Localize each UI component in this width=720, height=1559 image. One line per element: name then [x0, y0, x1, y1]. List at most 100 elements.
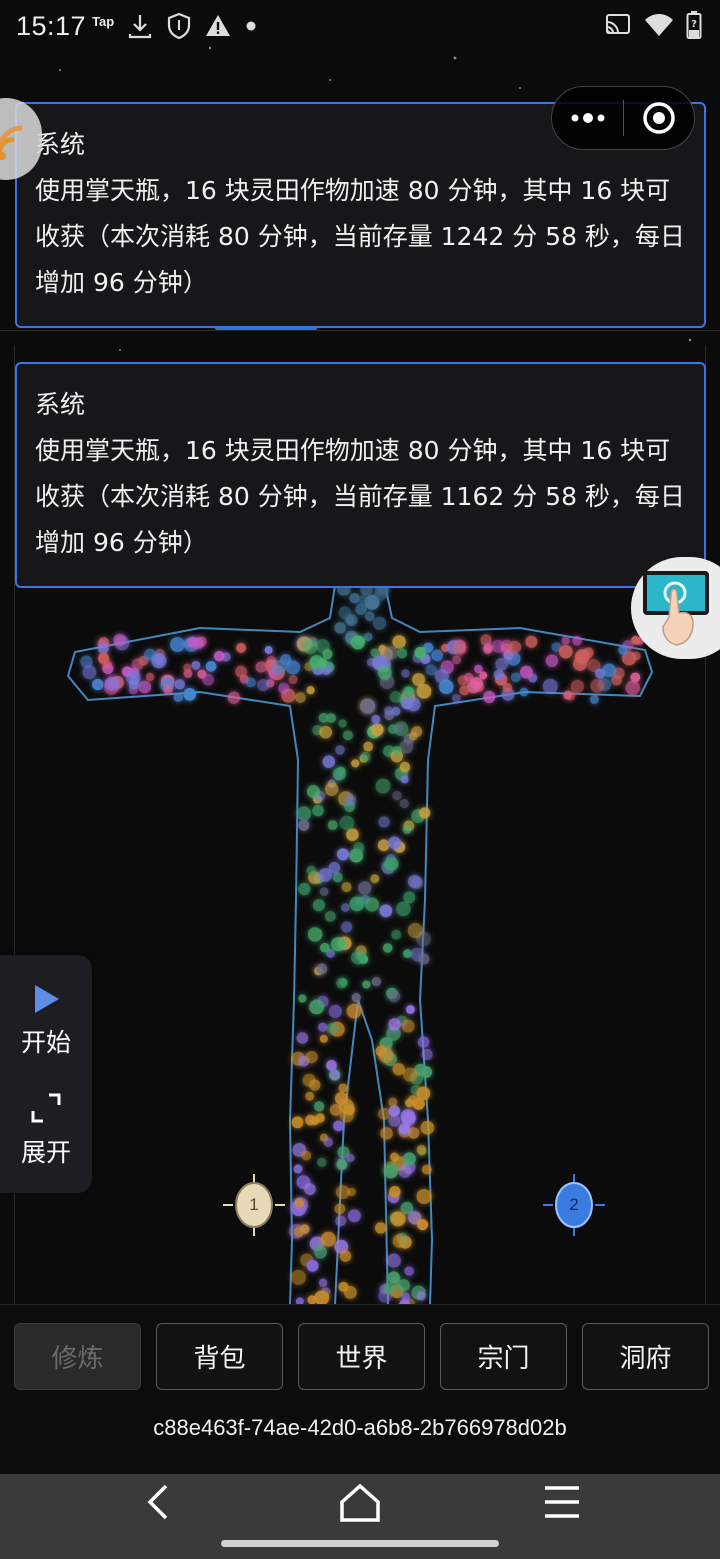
meridian-point	[402, 686, 414, 698]
meridian-point	[183, 663, 192, 672]
meridian-point	[318, 868, 332, 882]
meridian-point	[358, 881, 372, 895]
meridian-point	[319, 725, 332, 739]
nav-tabs: 修炼 背包 世界 宗门 洞府	[14, 1323, 709, 1390]
close-button[interactable]	[624, 86, 694, 150]
meridian-point	[412, 673, 426, 686]
tab-cave[interactable]: 洞府	[582, 1323, 709, 1390]
menu-icon[interactable]	[542, 1482, 582, 1522]
meridian-point	[495, 657, 508, 671]
meridian-point	[301, 1150, 312, 1161]
meridian-point	[145, 672, 155, 682]
meridian-point	[285, 660, 301, 675]
meridian-point	[338, 606, 352, 620]
meridian-point	[342, 730, 353, 741]
meridian-point	[296, 806, 312, 821]
meridian-point	[414, 646, 427, 659]
meridian-point	[362, 980, 371, 989]
meridian-point	[298, 994, 307, 1003]
meridian-point	[396, 901, 411, 917]
meridian-point	[464, 672, 474, 682]
home-icon[interactable]	[338, 1482, 382, 1524]
meridian-point	[319, 1034, 328, 1043]
meridian-point	[346, 828, 359, 841]
meridian-point	[358, 595, 367, 604]
tab-world[interactable]: 世界	[298, 1323, 425, 1390]
meridian-point	[126, 670, 141, 685]
meridian-point	[341, 903, 350, 912]
meridian-point	[347, 1209, 361, 1223]
marker-label: 2	[569, 1195, 579, 1214]
meridian-point	[379, 904, 393, 918]
meridian-point	[346, 1153, 355, 1162]
marker-2[interactable]: 2	[541, 1172, 607, 1238]
meridian-point	[431, 649, 443, 662]
meridian-point	[388, 990, 401, 1003]
meridian-point	[335, 1185, 350, 1200]
meridian-point	[98, 652, 110, 664]
meridian-point	[303, 639, 318, 655]
meridian-point	[421, 1048, 433, 1061]
meridian-point	[364, 611, 375, 622]
meridian-point	[392, 1063, 405, 1076]
meridian-point	[389, 1186, 401, 1198]
expand-button[interactable]: 展开	[0, 1091, 92, 1169]
meridian-point	[575, 649, 590, 664]
meridian-point	[326, 1022, 338, 1034]
meridian-point	[525, 635, 538, 648]
meridian-point	[399, 739, 414, 754]
meridian-point	[97, 643, 109, 654]
meridian-point	[452, 655, 462, 665]
meridian-point	[338, 719, 347, 728]
meridian-point	[388, 1105, 400, 1117]
meridian-point	[377, 839, 390, 852]
start-button[interactable]: 开始	[0, 983, 92, 1059]
meridian-point	[322, 755, 336, 768]
tab-sect[interactable]: 宗门	[440, 1323, 567, 1390]
marker-1[interactable]: 1	[221, 1172, 287, 1238]
wifi-icon	[645, 14, 673, 36]
tab-backpack[interactable]: 背包	[156, 1323, 283, 1390]
meridian-point	[183, 688, 197, 701]
meridian-point	[255, 661, 267, 673]
meridian-point	[382, 943, 393, 953]
meridian-point	[389, 691, 402, 703]
meridian-point	[401, 697, 413, 710]
meridian-point	[278, 682, 290, 694]
meridian-point	[401, 669, 410, 678]
tab-cultivate[interactable]: 修炼	[14, 1323, 141, 1390]
meridian-point	[383, 1282, 395, 1295]
meridian-point	[347, 1187, 356, 1197]
meridian-point	[309, 1079, 321, 1091]
meridian-point	[388, 1097, 398, 1107]
meridian-point	[291, 1116, 304, 1129]
meridian-body-figure[interactable]	[0, 585, 720, 1305]
meridian-point	[333, 1120, 344, 1132]
meridian-point	[314, 1245, 327, 1259]
meridian-point	[386, 1253, 401, 1268]
meridian-point	[245, 677, 256, 688]
back-icon[interactable]	[140, 1482, 180, 1522]
meridian-point	[336, 1159, 347, 1170]
status-time: 15:17	[16, 10, 87, 41]
meridian-point	[407, 923, 423, 939]
meridian-point	[572, 635, 582, 646]
close-target-icon	[643, 102, 675, 134]
meridian-point	[416, 1086, 431, 1101]
meridian-point	[290, 1269, 306, 1285]
meridian-point	[370, 648, 379, 657]
tap-helper-button[interactable]	[631, 557, 720, 659]
more-button[interactable]	[552, 86, 623, 150]
meridian-point	[306, 686, 315, 695]
home-indicator	[221, 1540, 499, 1547]
meridian-point	[330, 1070, 341, 1080]
meridian-point	[335, 745, 345, 755]
meridian-point	[373, 616, 387, 630]
message-line: 增加 96 分钟）	[35, 268, 208, 297]
meridian-point	[351, 950, 365, 965]
meridian-point	[314, 1290, 330, 1305]
meridian-point	[173, 692, 183, 703]
meridian-point	[399, 761, 411, 773]
meridian-point	[305, 1050, 318, 1064]
meridian-point	[388, 1018, 401, 1031]
